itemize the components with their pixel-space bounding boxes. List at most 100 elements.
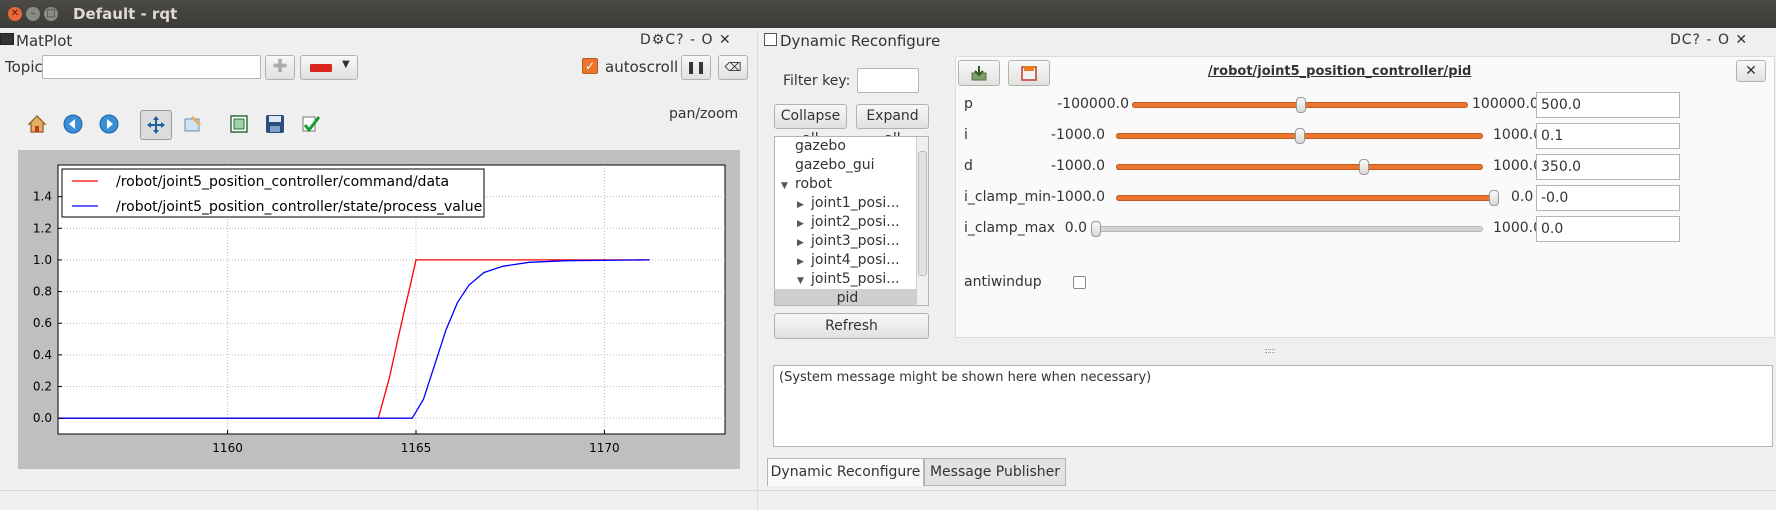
- expand-all-button[interactable]: Expand all: [856, 104, 929, 147]
- dynreconf-panel-title: Dynamic Reconfigure: [780, 32, 941, 50]
- add-topic-button[interactable]: ✚: [265, 55, 295, 80]
- plot-mode-label: pan/zoom: [669, 106, 739, 122]
- param-min-label: -1000.0: [1050, 127, 1105, 143]
- param-min-label: 0.0: [1064, 220, 1087, 236]
- filter-key-label: Filter key:: [783, 73, 851, 89]
- close-node-button[interactable]: ✕: [1736, 60, 1766, 82]
- matplot-panel-title: MatPlot: [16, 32, 73, 50]
- close-icon: ✕: [1745, 63, 1757, 79]
- topic-label: Topic: [5, 58, 43, 76]
- y-tick-label: 0.4: [33, 348, 52, 362]
- param-slider-track[interactable]: [1096, 226, 1483, 232]
- dynreconf-dock-controls[interactable]: DC? - O ✕: [1670, 32, 1748, 48]
- clear-button[interactable]: ⌫: [718, 55, 748, 80]
- pan-icon[interactable]: [140, 110, 172, 140]
- matplot-dock-controls[interactable]: D⚙C? - O ✕: [640, 32, 732, 48]
- antiwindup-label: antiwindup: [964, 274, 1042, 290]
- pause-button[interactable]: ❚❚: [681, 55, 711, 80]
- param-max-label: 100000.0: [1472, 96, 1539, 112]
- zoom-icon[interactable]: [180, 111, 206, 137]
- load-button[interactable]: [958, 60, 1000, 86]
- vertical-splitter-handle[interactable]: [1265, 349, 1275, 353]
- param-name-label: p: [964, 96, 973, 112]
- param-value-input[interactable]: 0.1: [1536, 123, 1680, 149]
- autoscroll-label: autoscroll: [605, 58, 679, 76]
- tab-message-publisher[interactable]: Message Publisher: [924, 458, 1066, 486]
- param-max-label: 1000.0: [1493, 158, 1542, 174]
- window-titlebar: ✕ – □ Default - rqt: [0, 0, 1776, 28]
- tree-item-label: joint1_posi...: [811, 195, 900, 211]
- x-tick-label: 1165: [401, 441, 432, 455]
- plus-icon: ✚: [272, 56, 288, 77]
- autoscroll-checkbox[interactable]: ✓: [582, 58, 598, 74]
- parameter-editor: /robot/joint5_position_controller/pid ✕ …: [955, 56, 1775, 338]
- tree-item-label: gazebo: [795, 138, 846, 154]
- refresh-button[interactable]: Refresh: [774, 313, 929, 339]
- x-tick-label: 1170: [589, 441, 620, 455]
- clear-icon: ⌫: [724, 60, 742, 74]
- param-slider-handle[interactable]: [1359, 159, 1369, 175]
- download-icon: [971, 66, 987, 81]
- tree-item-label: joint5_posi...: [811, 271, 900, 287]
- param-slider-handle[interactable]: [1489, 190, 1499, 206]
- tree-item[interactable]: ▶ joint2_posi...: [775, 213, 920, 232]
- window-minimize-button[interactable]: –: [26, 7, 40, 21]
- dynreconf-panel-icon: [764, 33, 777, 46]
- tree-item[interactable]: ▶ joint3_posi...: [775, 232, 920, 251]
- plot-canvas[interactable]: 0.0 0.2 0.4 0.6 0.8 1.0 1.2 1.4 1160 1165 1170 /ro…: [18, 150, 740, 469]
- param-slider-handle[interactable]: [1091, 221, 1101, 237]
- antiwindup-checkbox[interactable]: [1073, 276, 1086, 289]
- save-icon[interactable]: [262, 111, 288, 137]
- tree-item-label: robot: [795, 176, 832, 192]
- home-icon[interactable]: [24, 111, 50, 137]
- back-icon[interactable]: [60, 111, 86, 137]
- matplot-panel-icon: [0, 33, 14, 45]
- tree-scrollbar[interactable]: [916, 137, 928, 305]
- x-tick-label: 1160: [212, 441, 243, 455]
- edit-params-icon[interactable]: [298, 111, 324, 137]
- legend-entry: /robot/joint5_position_controller/state/…: [116, 199, 482, 215]
- param-value-input[interactable]: -0.0: [1536, 185, 1680, 211]
- tree-item[interactable]: gazebo_gui: [775, 156, 920, 175]
- filter-key-input[interactable]: [857, 68, 919, 93]
- splitter[interactable]: [757, 30, 758, 510]
- tree-item[interactable]: ▼ joint5_posi...: [775, 270, 920, 289]
- param-value-input[interactable]: 350.0: [1536, 154, 1680, 180]
- param-min-label: -100000.0: [1057, 96, 1129, 112]
- node-tree[interactable]: gazebo gazebo_gui ▼ robot ▶ joint1_posi... ▶ jo…: [774, 136, 929, 306]
- y-tick-label: 1.2: [33, 221, 52, 235]
- subplots-icon[interactable]: [226, 111, 252, 137]
- tree-item[interactable]: gazebo: [775, 137, 920, 156]
- tree-scrollbar-thumb[interactable]: [918, 151, 927, 276]
- y-tick-label: 0.2: [33, 380, 52, 394]
- param-max-label: 0.0: [1511, 189, 1534, 205]
- window-maximize-button[interactable]: □: [44, 7, 58, 21]
- tree-item[interactable]: ▼ robot: [775, 175, 920, 194]
- param-max-label: 1000.0: [1493, 220, 1542, 236]
- param-slider-fill: [1116, 195, 1494, 201]
- param-slider-handle[interactable]: [1296, 97, 1306, 113]
- y-tick-label: 0.6: [33, 316, 52, 330]
- collapse-all-button[interactable]: Collapse all: [774, 104, 847, 147]
- tree-item-label: gazebo_gui: [795, 157, 875, 173]
- window-close-button[interactable]: ✕: [8, 7, 22, 21]
- plot-svg: 0.0 0.2 0.4 0.6 0.8 1.0 1.2 1.4 1160 1165 1170 /ro…: [33, 164, 726, 455]
- topic-input[interactable]: [42, 55, 261, 79]
- tree-item[interactable]: ▶ joint1_posi...: [775, 194, 920, 213]
- status-bar-divider: [0, 490, 1776, 491]
- param-slider-handle[interactable]: [1295, 128, 1305, 144]
- param-value-input[interactable]: 0.0: [1536, 216, 1680, 242]
- tree-item[interactable]: ▶ joint4_posi...: [775, 251, 920, 270]
- y-tick-label: 1.4: [33, 190, 52, 204]
- chevron-down-icon: ▼: [342, 59, 350, 70]
- legend-entry: /robot/joint5_position_controller/comman…: [116, 174, 449, 190]
- tab-dynamic-reconfigure[interactable]: Dynamic Reconfigure: [767, 458, 924, 486]
- param-name-label: d: [964, 158, 973, 174]
- forward-icon[interactable]: [96, 111, 122, 137]
- tree-item-label: joint3_posi...: [811, 233, 900, 249]
- remove-topic-dropdown[interactable]: ▼: [300, 55, 358, 80]
- tree-item[interactable]: pid: [775, 289, 920, 305]
- window-title: Default - rqt: [73, 5, 178, 23]
- save-params-button[interactable]: [1008, 60, 1050, 86]
- param-value-input[interactable]: 500.0: [1536, 92, 1680, 118]
